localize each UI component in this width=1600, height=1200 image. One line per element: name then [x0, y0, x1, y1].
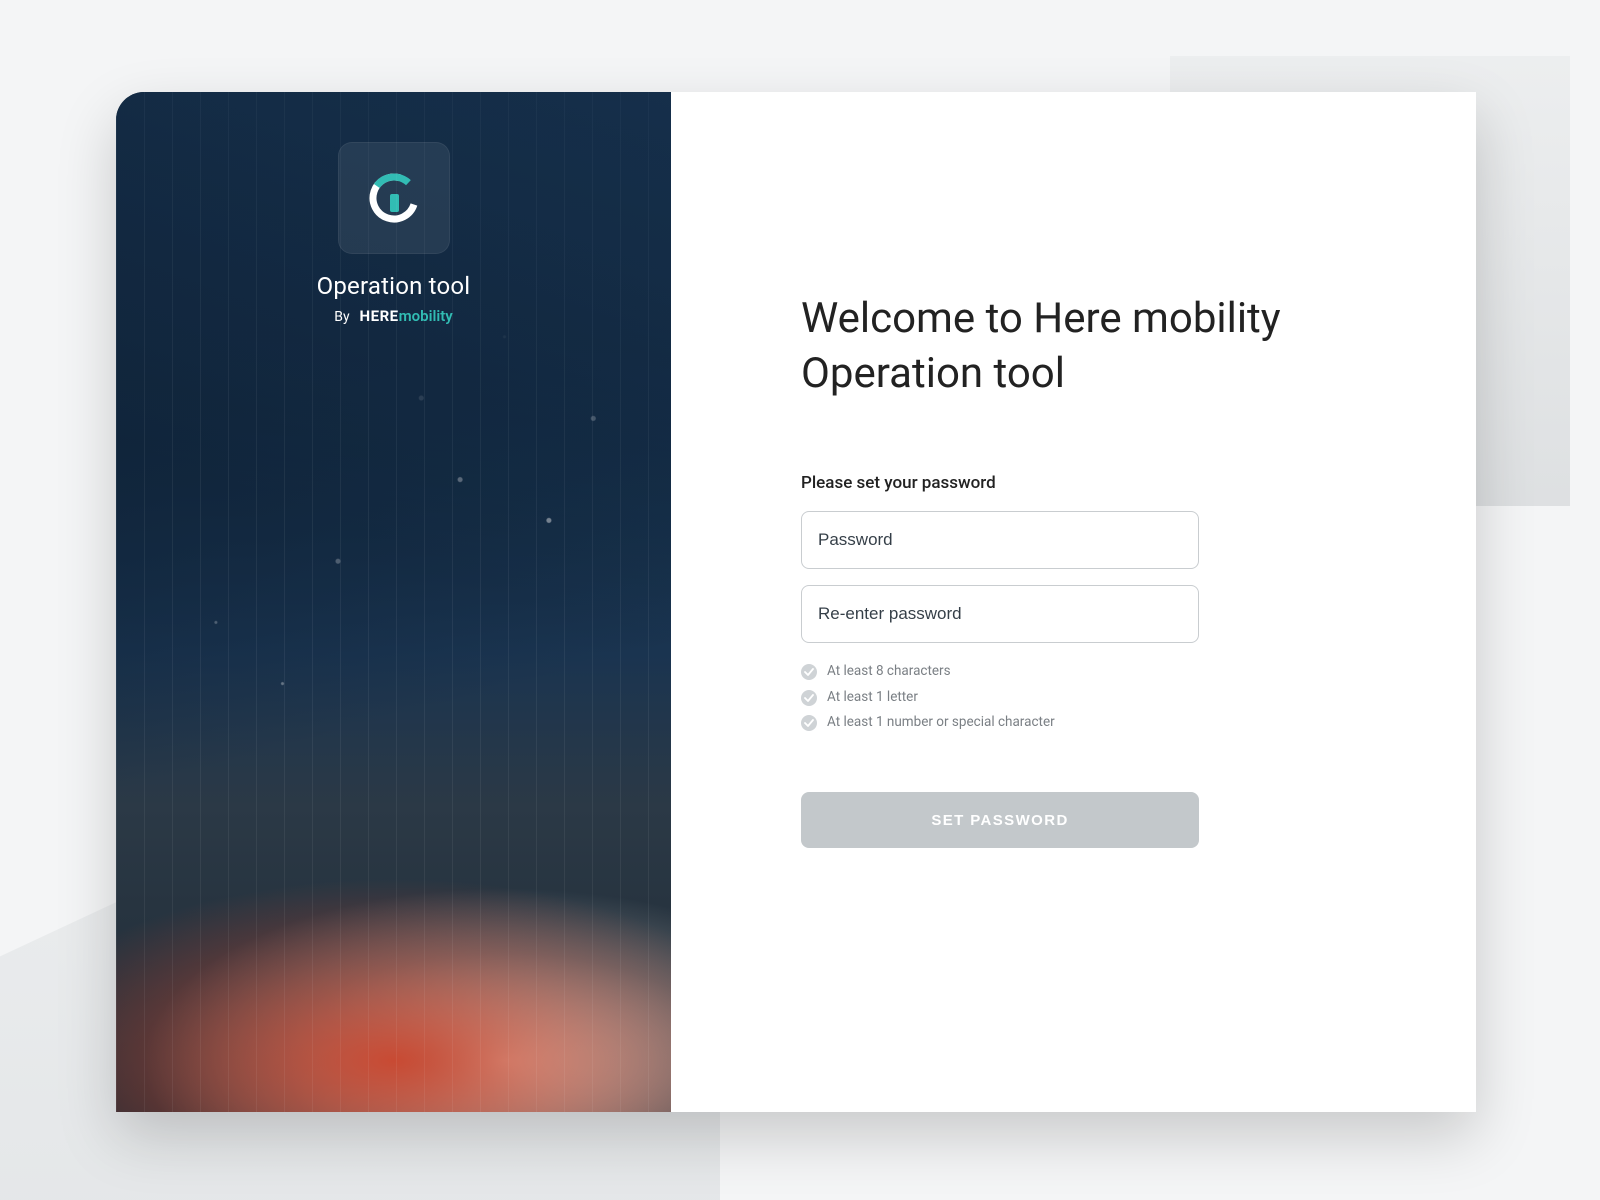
- password-input[interactable]: [801, 511, 1199, 569]
- password-rule-text: At least 8 characters: [827, 659, 951, 685]
- set-password-form: Please set your password At least 8 char…: [801, 473, 1199, 848]
- welcome-title: Welcome to Here mobility Operation tool: [801, 292, 1361, 401]
- check-circle-icon: [801, 690, 817, 706]
- reenter-password-input[interactable]: [801, 585, 1199, 643]
- password-rule-text: At least 1 letter: [827, 685, 918, 711]
- password-rule: At least 1 letter: [801, 685, 1199, 711]
- form-panel: Welcome to Here mobility Operation tool …: [671, 92, 1476, 1112]
- password-rule: At least 8 characters: [801, 659, 1199, 685]
- welcome-line-1: Welcome to Here mobility: [801, 294, 1281, 343]
- brand-here: HERE: [360, 307, 399, 325]
- check-circle-icon: [801, 664, 817, 680]
- brand-logo-icon: [364, 168, 424, 228]
- brand-by: By: [334, 309, 349, 325]
- brand-title: Operation tool: [317, 272, 471, 300]
- check-circle-icon: [801, 715, 817, 731]
- brand-block: Operation tool By HEREmobility: [116, 142, 671, 325]
- password-rule: At least 1 number or special character: [801, 710, 1199, 736]
- password-rules: At least 8 characters At least 1 letter …: [801, 659, 1199, 736]
- brand-mobility: mobility: [399, 307, 453, 325]
- welcome-line-2: Operation tool: [801, 349, 1065, 398]
- brand-subline: By HEREmobility: [334, 306, 453, 325]
- set-password-button[interactable]: SET PASSWORD: [801, 792, 1199, 848]
- password-rule-text: At least 1 number or special character: [827, 710, 1055, 736]
- hero-panel: Operation tool By HEREmobility: [116, 92, 671, 1112]
- form-instruction: Please set your password: [801, 473, 1199, 493]
- auth-card: Operation tool By HEREmobility Welcome t…: [116, 92, 1476, 1112]
- brand-logo: [338, 142, 450, 254]
